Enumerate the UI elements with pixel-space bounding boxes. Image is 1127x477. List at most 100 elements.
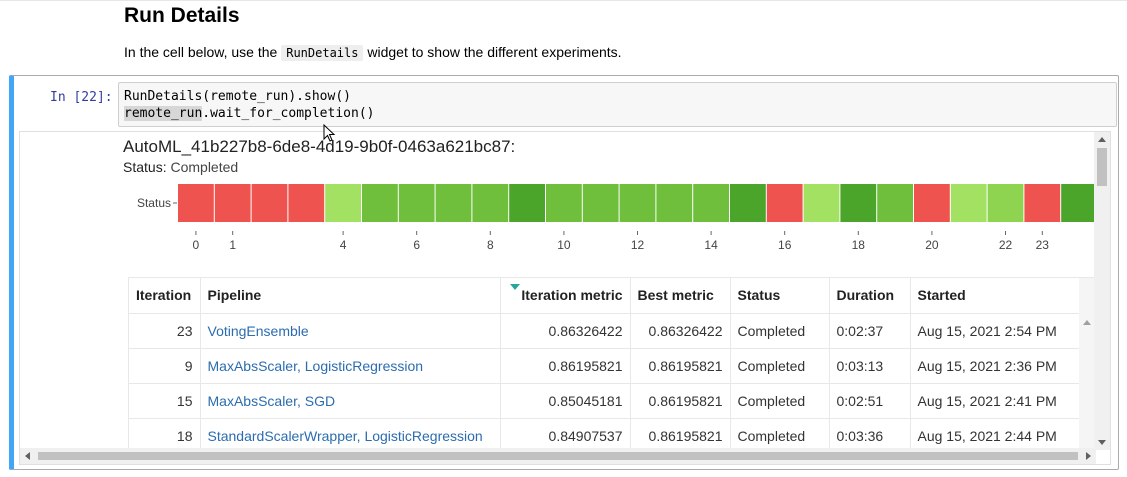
status-cell[interactable]	[877, 184, 913, 222]
status-cell[interactable]	[582, 184, 619, 222]
table-cell-best-metric: 0.86326422	[630, 313, 731, 349]
col-iteration[interactable]: Iteration	[129, 278, 201, 314]
status-cell[interactable]	[766, 184, 803, 222]
status-cell[interactable]	[730, 184, 766, 222]
chart-x-tick-label: 18	[852, 238, 866, 252]
table-cell-best-metric: 0.86195821	[630, 348, 731, 384]
scroll-right-icon[interactable]	[1086, 452, 1091, 460]
table-cell-iteration-metric: 0.86195821	[500, 348, 631, 384]
top-divider	[0, 0, 1127, 1]
code-cell[interactable]: In [22]: RunDetails(remote_run).show() r…	[9, 75, 1119, 470]
status-cell[interactable]	[214, 184, 251, 222]
status-cell[interactable]	[950, 184, 987, 222]
output-horizontal-scrollbar[interactable]	[20, 448, 1096, 464]
table-cell-status: Completed	[730, 383, 830, 419]
chart-x-tick-label: 0	[193, 238, 200, 252]
table-cell-iteration-metric: 0.85045181	[500, 383, 631, 419]
widget-content: AutoML_41b227b8-6de8-4d19-9b0f-0463a621b…	[20, 132, 1096, 452]
table-cell-iteration-metric: 0.84907537	[500, 418, 631, 451]
status-cell[interactable]	[251, 184, 288, 222]
table-cell-started: Aug 15, 2021 2:54 PM	[910, 313, 1080, 349]
vertical-scroll-thumb[interactable]	[1097, 148, 1107, 186]
code-selection: remote_run	[124, 106, 203, 121]
table-row[interactable]: 18 StandardScalerWrapper, LogisticRegress…	[129, 418, 1080, 451]
table-cell-pipeline[interactable]: StandardScalerWrapper, LogisticRegressio…	[200, 418, 501, 451]
status-cell[interactable]	[288, 184, 325, 222]
status-cell[interactable]	[362, 184, 398, 222]
status-cell[interactable]	[914, 184, 950, 222]
table-cell-iteration: 18	[129, 418, 201, 451]
status-cell[interactable]	[803, 184, 840, 222]
col-iteration-metric[interactable]: Iteration metric	[500, 278, 631, 314]
status-cell[interactable]	[435, 184, 472, 222]
table-cell-started: Aug 15, 2021 2:36 PM	[910, 348, 1080, 384]
table-cell-started: Aug 15, 2021 2:41 PM	[910, 383, 1080, 419]
section-title: Run Details	[124, 4, 240, 27]
status-cell[interactable]	[325, 184, 361, 222]
table-cell-iteration: 9	[129, 348, 201, 384]
table-cell-iteration: 23	[129, 313, 201, 349]
code-line-2-rest: .wait_for_completion()	[202, 106, 375, 121]
col-best-metric[interactable]: Best metric	[630, 278, 731, 314]
table-cell-pipeline[interactable]: MaxAbsScaler, LogisticRegression	[200, 348, 501, 384]
table-cell-started: Aug 15, 2021 2:44 PM	[910, 418, 1080, 451]
status-cell[interactable]	[509, 184, 545, 222]
table-row[interactable]: 9 MaxAbsScaler, LogisticRegression 0.86195…	[129, 348, 1080, 384]
run-status: Status: Completed	[123, 159, 238, 175]
chart-x-tick-label: 6	[413, 238, 420, 252]
status-cell[interactable]	[398, 184, 435, 222]
status-cell[interactable]	[656, 184, 693, 222]
code-editor[interactable]: RunDetails(remote_run).show() remote_run…	[118, 82, 1117, 127]
scroll-up-icon[interactable]	[1098, 137, 1106, 142]
table-cell-duration: 0:03:13	[829, 348, 911, 384]
status-cell[interactable]	[472, 184, 509, 222]
table-cell-status: Completed	[730, 313, 830, 349]
horizontal-scroll-thumb[interactable]	[38, 452, 1078, 460]
table-row[interactable]: 23 VotingEnsemble 0.86326422 0.86326422 Comp…	[129, 313, 1080, 349]
status-cell[interactable]	[619, 184, 656, 222]
col-pipeline[interactable]: Pipeline	[200, 278, 501, 314]
table-row[interactable]: 15 MaxAbsScaler, SGD 0.85045181 0.86195821 C…	[129, 383, 1080, 419]
status-cell[interactable]	[1061, 184, 1096, 222]
table-scrollbar[interactable]	[1079, 278, 1094, 451]
mouse-cursor-icon	[323, 124, 336, 142]
chart-y-label: Status	[137, 196, 171, 210]
sort-desc-icon	[509, 284, 520, 290]
table-cell-pipeline[interactable]: MaxAbsScaler, SGD	[200, 383, 501, 419]
widget-output: AutoML_41b227b8-6de8-4d19-9b0f-0463a621b…	[19, 131, 1111, 465]
status-cell[interactable]	[178, 184, 214, 222]
description-text-before: In the cell below, use the	[124, 44, 282, 60]
status-cell[interactable]	[987, 184, 1024, 222]
table-header-row: Iteration Pipeline Iteration metric Best…	[129, 278, 1080, 314]
col-duration[interactable]: Duration	[829, 278, 911, 314]
table-cell-pipeline[interactable]: VotingEnsemble	[200, 313, 501, 349]
run-title: AutoML_41b227b8-6de8-4d19-9b0f-0463a621b…	[123, 137, 516, 156]
output-vertical-scrollbar[interactable]	[1094, 132, 1110, 450]
col-started[interactable]: Started	[910, 278, 1080, 314]
col-status[interactable]: Status	[730, 278, 830, 314]
chart-x-tick-label: 8	[487, 238, 494, 252]
status-label: Status:	[123, 159, 171, 175]
table-cell-best-metric: 0.86195821	[630, 418, 731, 451]
table-cell-iteration: 15	[129, 383, 201, 419]
runs-table: Iteration Pipeline Iteration metric Best…	[129, 278, 1080, 451]
table-cell-duration: 0:03:36	[829, 418, 911, 451]
code-line-1: RunDetails(remote_run).show()	[124, 89, 351, 104]
description-text-after: widget to show the different experiments…	[363, 44, 622, 60]
scroll-left-icon[interactable]	[25, 452, 30, 460]
scroll-down-icon[interactable]	[1098, 440, 1106, 445]
status-cell[interactable]	[546, 184, 582, 222]
inline-code: RunDetails	[281, 45, 364, 61]
table-cell-duration: 0:02:51	[829, 383, 911, 419]
code-line-2: remote_run.wait_for_completion()	[124, 105, 1111, 122]
chart-x-tick-label: 4	[340, 238, 347, 252]
chart-x-tick-label: 16	[778, 238, 792, 252]
status-cell[interactable]	[693, 184, 729, 222]
chart-x-tick-label: 14	[704, 238, 718, 252]
chart-x-tick-label: 10	[557, 238, 571, 252]
cell-prompt: In [22]:	[50, 90, 113, 105]
table-scroll-up-icon[interactable]	[1083, 320, 1091, 325]
status-cell[interactable]	[1024, 184, 1061, 222]
table-cell-duration: 0:02:37	[829, 313, 911, 349]
status-cell[interactable]	[840, 184, 877, 222]
